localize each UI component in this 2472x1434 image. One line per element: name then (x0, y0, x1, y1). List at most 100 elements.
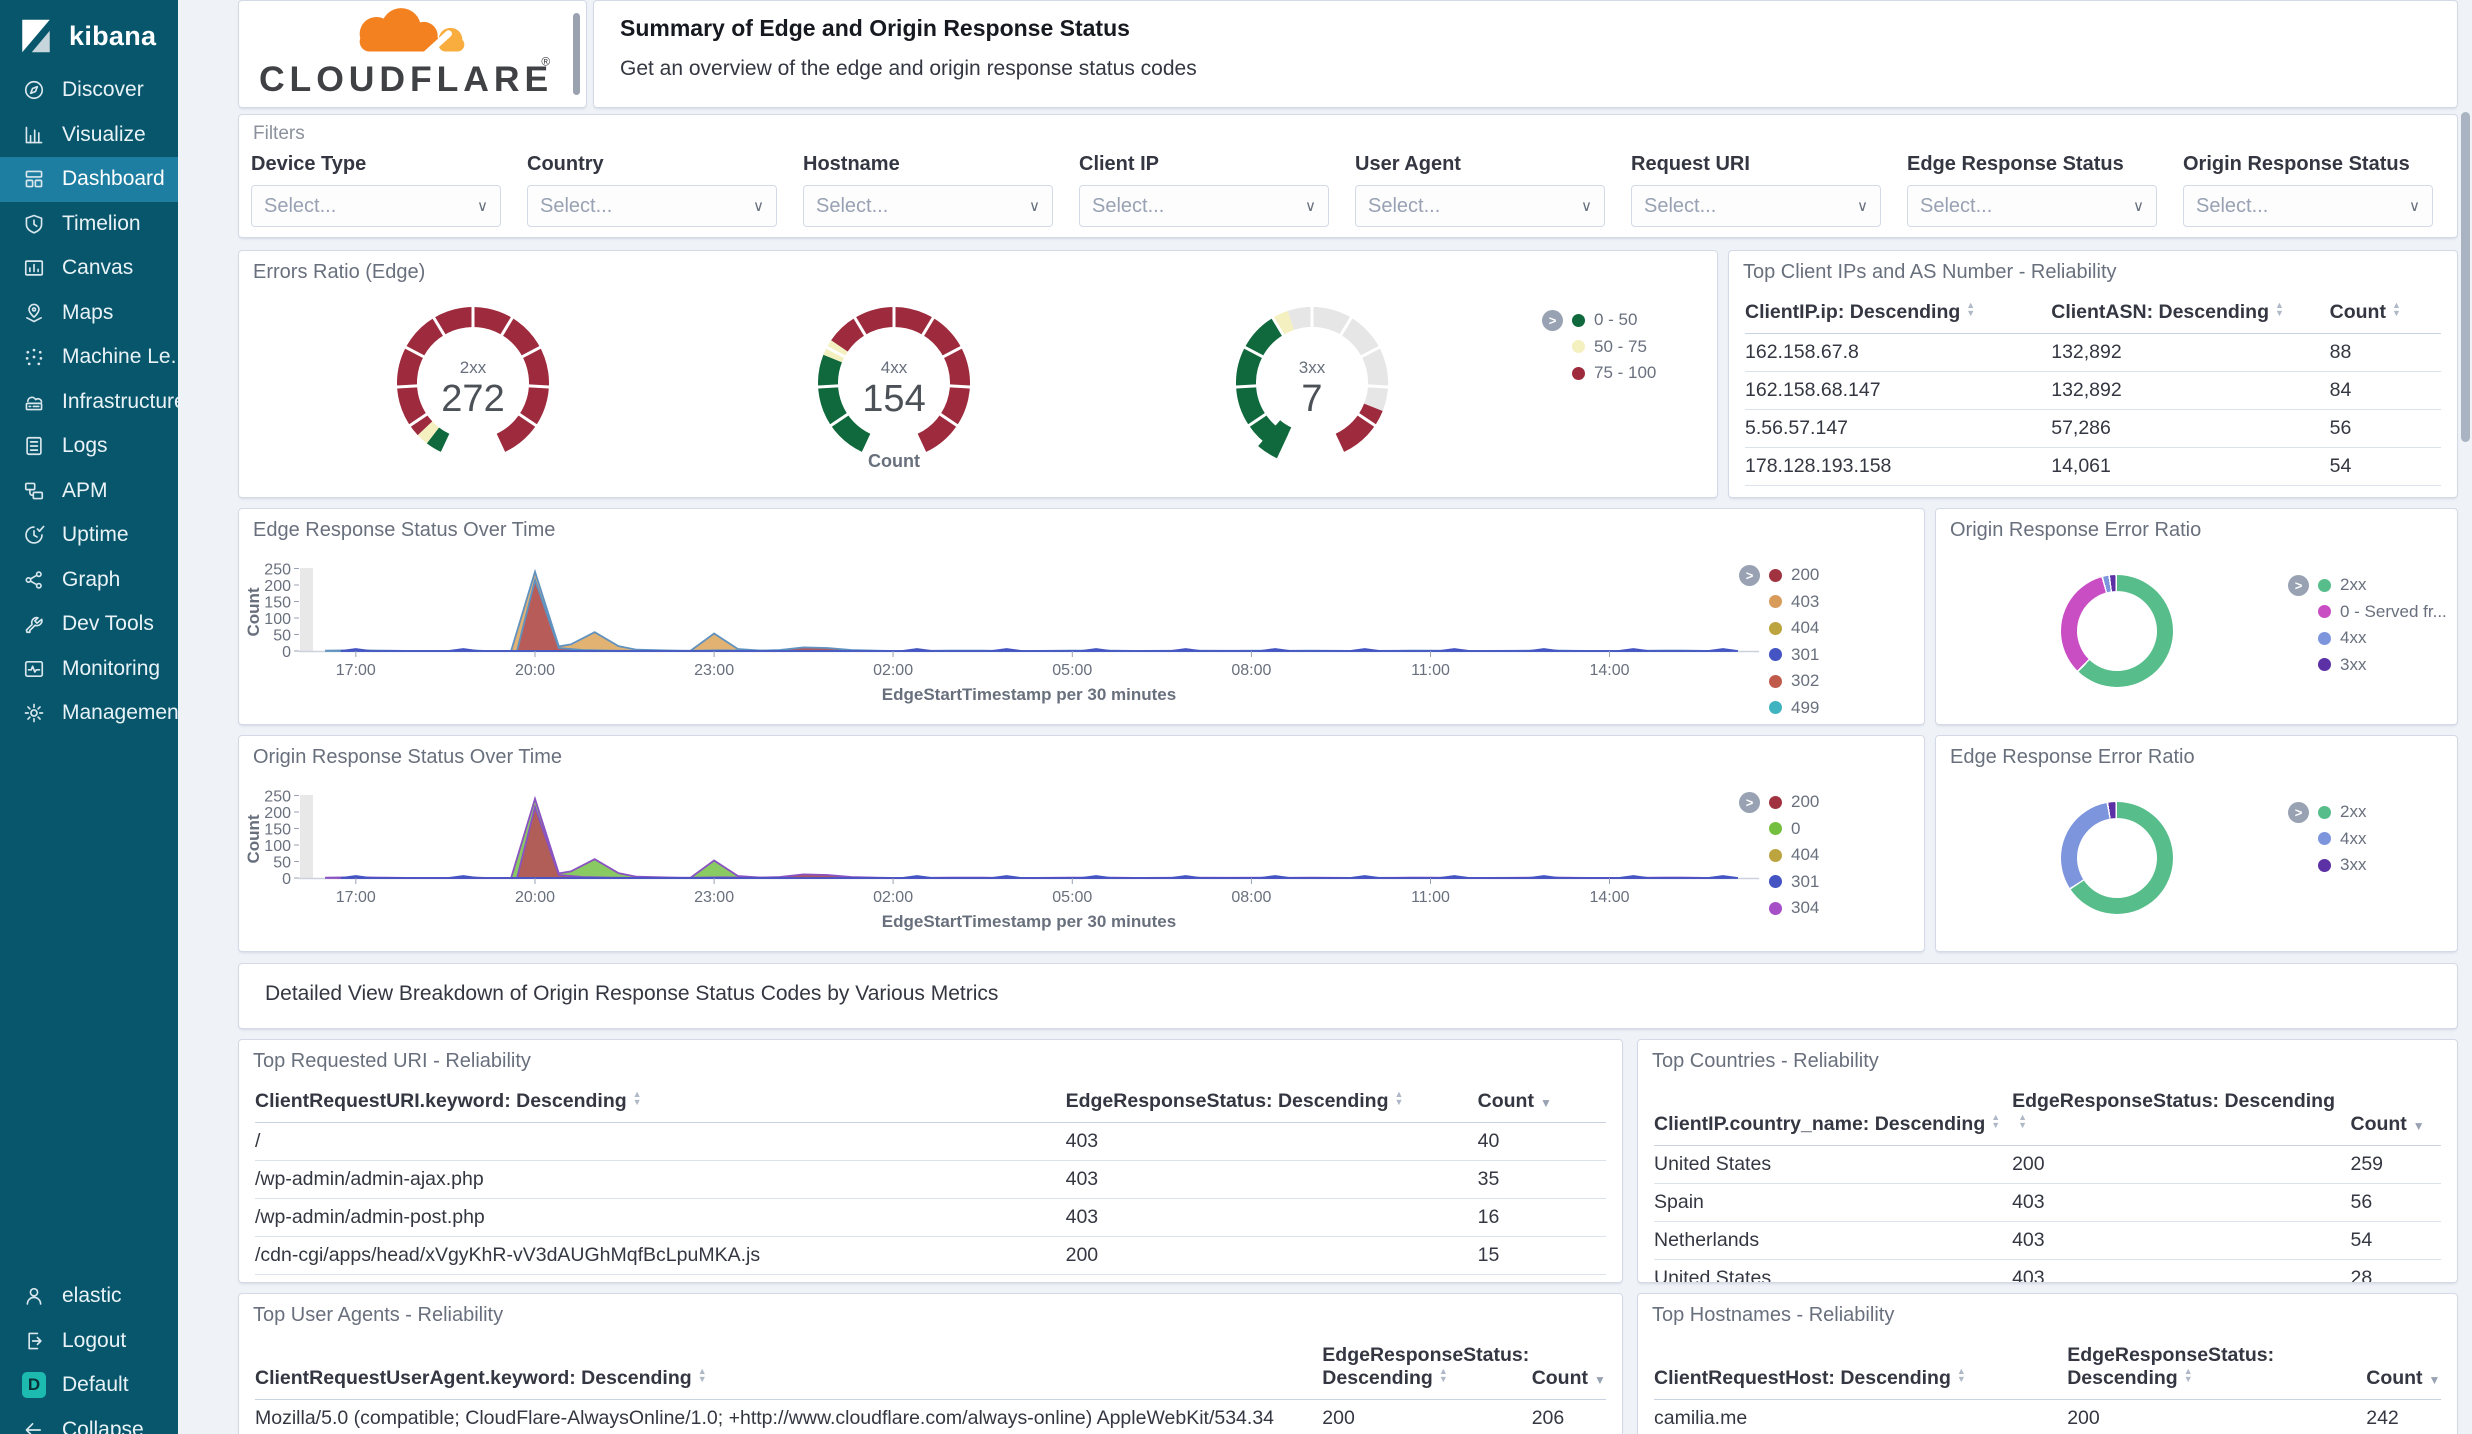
legend-item[interactable]: 304 (1769, 895, 1819, 922)
kibana-logo[interactable]: kibana (0, 0, 178, 68)
column-header[interactable]: ClientIP.ip: Descending ▲ ▼ (1745, 295, 2052, 334)
filter-select-origin-response-status[interactable]: Select... ∨ (2183, 185, 2433, 227)
sidebar-item-machine-le[interactable]: Machine Le... (0, 335, 178, 380)
sidebar-item-graph[interactable]: Graph (0, 558, 178, 603)
column-header[interactable]: EdgeResponseStatus: Descending ▲ ▼ (1322, 1338, 1532, 1400)
legend-item[interactable]: 499 (1769, 695, 1819, 722)
filter-select-device-type[interactable]: Select... ∨ (251, 185, 501, 227)
sidebar-item-label: Machine Le... (62, 345, 178, 369)
legend-item[interactable]: 0 - 50 (1572, 307, 1656, 334)
legend-item[interactable]: 301 (1769, 642, 1819, 669)
sidebar-item-collapse[interactable]: Collapse (0, 1408, 178, 1434)
column-header[interactable]: ClientIP.country_name: Descending ▲ ▼ (1654, 1084, 2013, 1146)
legend-item[interactable]: 200 (1769, 562, 1819, 589)
donut-chart[interactable] (2061, 802, 2173, 914)
sidebar-item-maps[interactable]: Maps (0, 291, 178, 336)
legend-label: 302 (1791, 671, 1820, 691)
legend-expand-icon[interactable]: > (1542, 310, 1563, 331)
filter-select-user-agent[interactable]: Select... ∨ (1355, 185, 1605, 227)
legend-expand-icon[interactable]: > (2288, 802, 2309, 823)
sidebar-item-default[interactable]: D Default (0, 1363, 178, 1408)
sort-icon: ▲ ▼ (2275, 300, 2284, 318)
legend-item[interactable]: 302 (1769, 668, 1819, 695)
table-cell: 132,892 (2051, 333, 2330, 372)
column-header[interactable]: ClientRequestHost: Descending ▲ ▼ (1654, 1338, 2068, 1400)
sidebar-item-apm[interactable]: APM (0, 469, 178, 514)
column-header[interactable]: Count ▼ (2350, 1084, 2441, 1146)
legend-item[interactable]: 0 (1769, 816, 1819, 843)
svg-text:0: 0 (282, 871, 291, 888)
legend-item[interactable]: 200 (1769, 789, 1819, 816)
column-header[interactable]: Count ▲ ▼ (2329, 295, 2441, 334)
column-header[interactable]: ClientRequestUserAgent.keyword: Descendi… (255, 1338, 1323, 1400)
sidebar-item-uptime[interactable]: Uptime (0, 513, 178, 558)
sidebar-item-discover[interactable]: Discover (0, 68, 178, 113)
sidebar-item-monitoring[interactable]: Monitoring (0, 647, 178, 692)
legend-expand-icon[interactable]: > (1739, 792, 1760, 813)
table-cell: 84 (2329, 371, 2441, 410)
donut-chart[interactable] (2061, 575, 2173, 687)
column-header[interactable]: EdgeResponseStatus: Descending ▲ ▼ (1065, 1084, 1478, 1123)
column-header-label: Count (1531, 1367, 1588, 1389)
table-cell: United States (1654, 1145, 2013, 1184)
column-header[interactable]: Count ▼ (1477, 1084, 1606, 1123)
panel-scrollbar-thumb[interactable] (573, 13, 580, 95)
svg-text:200: 200 (264, 578, 291, 595)
gauge-label: 3xx (1299, 358, 1326, 377)
gauge-value: 272 (441, 378, 504, 420)
legend-item[interactable]: 2xx (2318, 572, 2447, 599)
legend-expand-icon[interactable]: > (1739, 565, 1760, 586)
origin-status-over-time-panel: Origin Response Status Over Time 0 50 100 1… (238, 735, 1925, 952)
column-header[interactable]: ClientASN: Descending ▲ ▼ (2051, 295, 2330, 334)
legend-item[interactable]: 2xx (2318, 799, 2366, 826)
column-header[interactable]: Count ▼ (1531, 1338, 1606, 1400)
legend-label: 301 (1791, 871, 1820, 891)
edge-status-over-time-panel: Edge Response Status Over Time 0 50 100 150… (238, 508, 1925, 725)
column-header[interactable]: ClientRequestURI.keyword: Descending ▲ ▼ (255, 1084, 1066, 1123)
sidebar-item-visualize[interactable]: Visualize (0, 113, 178, 158)
column-header[interactable]: Count ▼ (2366, 1338, 2441, 1400)
sidebar-item-label: Uptime (62, 523, 129, 547)
chevron-down-icon: ∨ (2409, 198, 2420, 215)
sidebar-item-canvas[interactable]: Canvas (0, 246, 178, 291)
filter-select-request-uri[interactable]: Select... ∨ (1631, 185, 1881, 227)
legend-item[interactable]: 404 (1769, 842, 1819, 869)
area-chart: 050100150200250Count 17:00 20:00 23:00 02:00… (244, 789, 1759, 931)
legend-item[interactable]: 4xx (2318, 826, 2366, 853)
filter-select-hostname[interactable]: Select... ∨ (803, 185, 1053, 227)
column-header-label: ClientRequestHost: Descending (1654, 1367, 1951, 1389)
filter-select-client-ip[interactable]: Select... ∨ (1079, 185, 1329, 227)
legend-item[interactable]: 3xx (2318, 852, 2366, 879)
sidebar-item-logout[interactable]: Logout (0, 1319, 178, 1364)
filter-select-country[interactable]: Select... ∨ (527, 185, 777, 227)
svg-text:23:00: 23:00 (694, 889, 734, 906)
svg-text:08:00: 08:00 (1231, 889, 1271, 906)
sidebar-item-dashboard[interactable]: Dashboard (0, 157, 178, 202)
legend-item[interactable]: 4xx (2318, 625, 2447, 652)
sidebar-item-label: Default (62, 1373, 129, 1397)
legend-item[interactable]: 404 (1769, 615, 1819, 642)
sidebar-item-management[interactable]: Management (0, 691, 178, 736)
legend-item[interactable]: 75 - 100 (1572, 360, 1656, 387)
page-scrollbar-thumb[interactable] (2461, 112, 2470, 442)
filter-label: Request URI (1631, 153, 1750, 175)
svg-text:50: 50 (273, 628, 291, 645)
legend-item[interactable]: 0 - Served fr... (2318, 599, 2447, 626)
column-header[interactable]: EdgeResponseStatus: Descending ▲ ▼ (2012, 1084, 2351, 1146)
legend-item[interactable]: 301 (1769, 869, 1819, 896)
legend-item[interactable]: 50 - 75 (1572, 334, 1656, 361)
column-header[interactable]: EdgeResponseStatus: Descending ▲ ▼ (2067, 1338, 2367, 1400)
sidebar-item-elastic[interactable]: elastic (0, 1274, 178, 1319)
filter-select-edge-response-status[interactable]: Select... ∨ (1907, 185, 2157, 227)
legend-item[interactable]: 403 (1769, 589, 1819, 616)
legend-item[interactable]: 3xx (2318, 652, 2447, 679)
sidebar-item-infrastructure[interactable]: Infrastructure (0, 380, 178, 425)
legend-label: 3xx (2340, 855, 2367, 875)
sidebar-item-dev-tools[interactable]: Dev Tools (0, 602, 178, 647)
svg-text:17:00: 17:00 (336, 889, 376, 906)
legend-expand-icon[interactable]: > (2288, 575, 2309, 596)
table-cell: 403 (2012, 1183, 2351, 1222)
sidebar-item-timelion[interactable]: Timelion (0, 202, 178, 247)
sidebar-item-logs[interactable]: Logs (0, 424, 178, 469)
gauge-label: 2xx (460, 358, 487, 377)
